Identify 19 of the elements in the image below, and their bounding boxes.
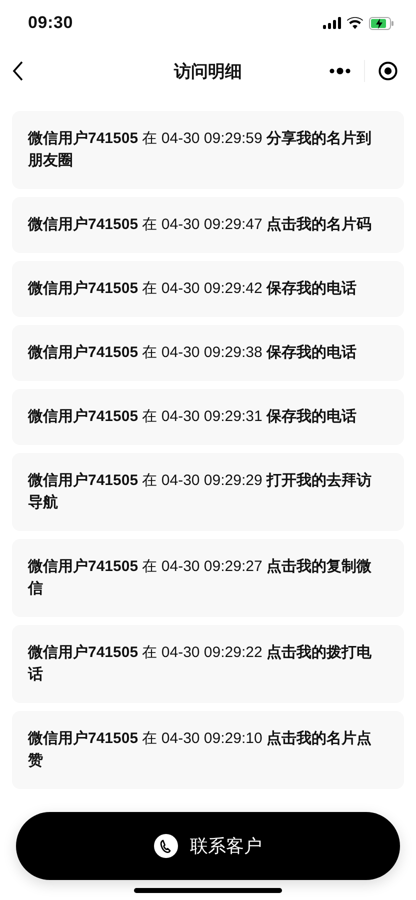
more-icon[interactable] [329, 67, 351, 75]
wifi-icon [347, 17, 363, 29]
record-text: 微信用户741505 在 04-30 09:29:22 点击我的拨打电话 [28, 643, 372, 685]
status-time: 09:30 [28, 13, 73, 33]
record-text: 微信用户741505 在 04-30 09:29:29 打开我的去拜访导航 [28, 471, 372, 513]
close-icon[interactable] [378, 61, 398, 81]
record-text: 微信用户741505 在 04-30 09:29:47 点击我的名片码 [28, 215, 372, 235]
record-text: 微信用户741505 在 04-30 09:29:27 点击我的复制微信 [28, 557, 372, 599]
phone-icon [154, 834, 178, 858]
battery-icon [369, 16, 394, 30]
record-text: 微信用户741505 在 04-30 09:29:31 保存我的电话 [28, 407, 358, 427]
page-title: 访问明细 [174, 60, 242, 82]
back-icon[interactable] [12, 61, 24, 81]
signal-icon [323, 17, 341, 29]
contact-button[interactable]: 联系客户 [16, 812, 400, 880]
record-text: 微信用户741505 在 04-30 09:29:10 点击我的名片点赞 [28, 729, 372, 771]
record-text: 微信用户741505 在 04-30 09:29:42 保存我的电话 [28, 279, 358, 299]
record-text: 微信用户741505 在 04-30 09:29:59 分享我的名片到朋友圈 [28, 129, 372, 171]
record-text: 微信用户741505 在 04-30 09:29:38 保存我的电话 [28, 343, 358, 363]
